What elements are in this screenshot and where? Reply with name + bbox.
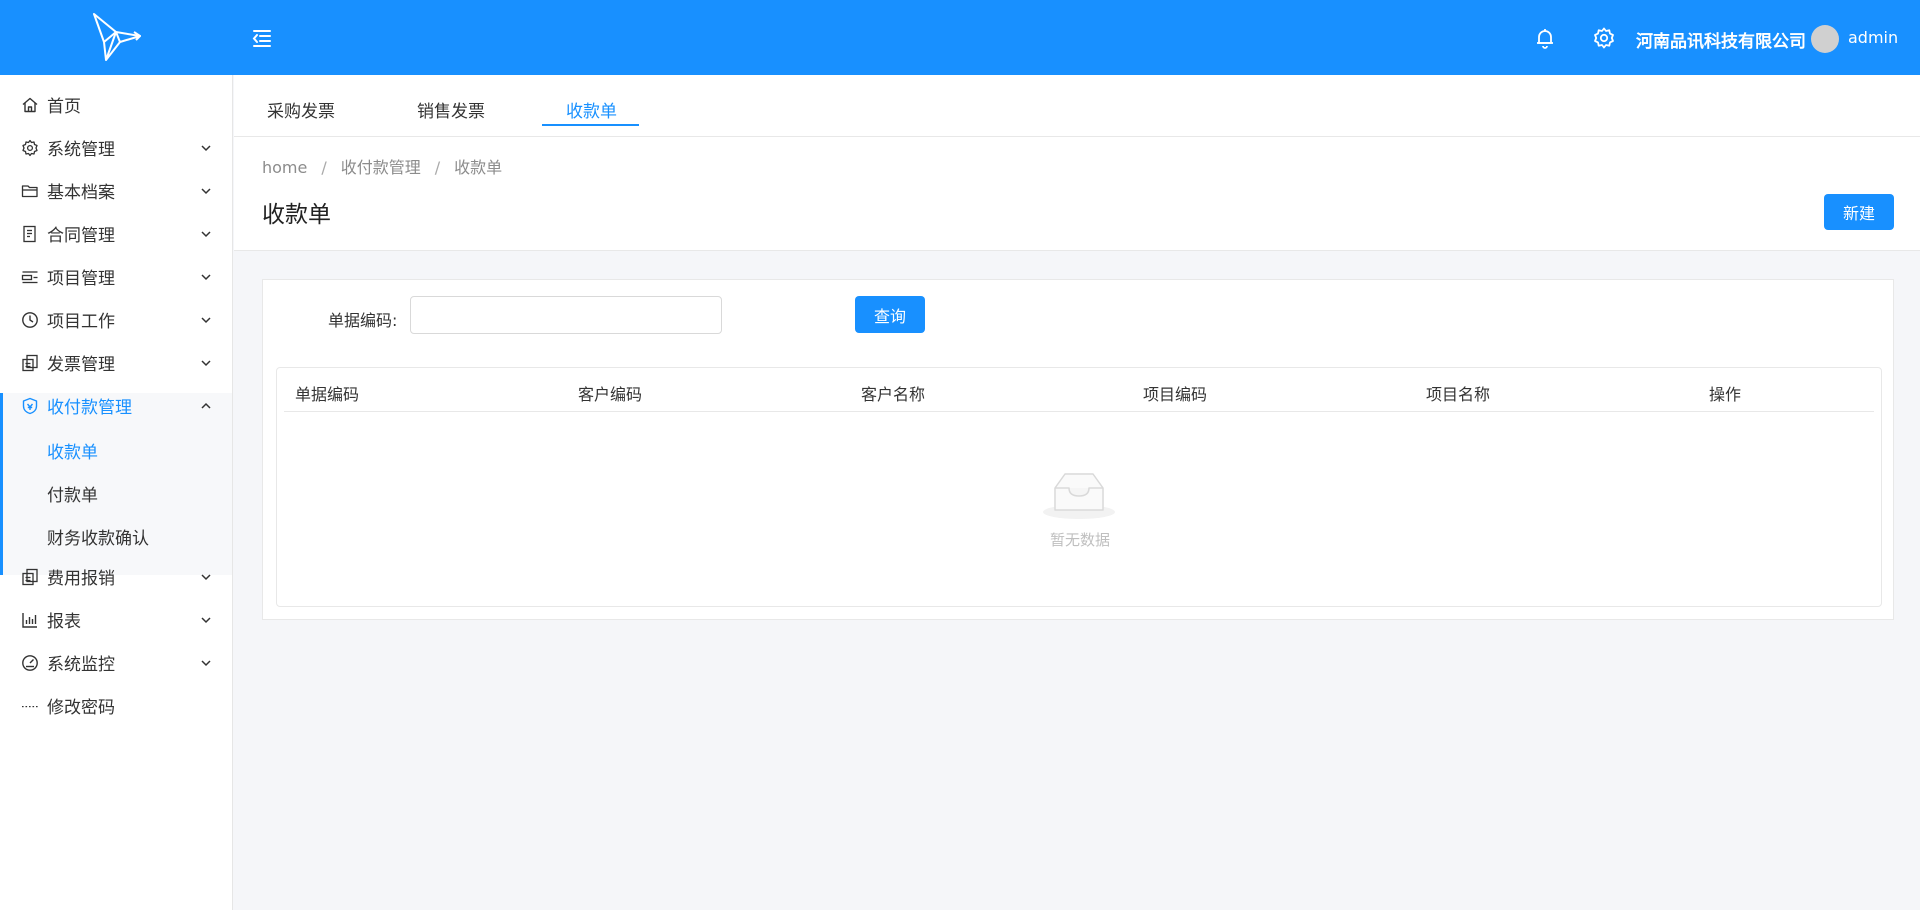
sidebar-item-archive[interactable]: 基本档案 [0, 169, 232, 212]
sidebar-item-payment[interactable]: 收付款管理 [0, 384, 232, 427]
sidebar-item-monitor[interactable]: 系统监控 [0, 641, 232, 684]
chevron-down-icon [201, 273, 211, 280]
chevron-down-icon [201, 144, 211, 151]
sidebar-item-label: 合同管理 [47, 226, 115, 246]
username[interactable]: admin [1848, 28, 1898, 47]
sidebar-item-project[interactable]: 项目管理 [0, 255, 232, 298]
submenu-item-label: 付款单 [47, 486, 98, 506]
tab-active-indicator [542, 124, 639, 126]
submenu-item-finance-confirm[interactable]: 财务收款确认 [0, 513, 232, 556]
table-header-row: 单据编码 客户编码 客户名称 项目编码 项目名称 操作 [284, 368, 1874, 412]
chevron-down-icon [201, 616, 211, 623]
submenu-item-receipt[interactable]: 收款单 [0, 427, 232, 470]
gear-icon[interactable] [1592, 26, 1616, 50]
sidebar-item-label: 发票管理 [47, 355, 115, 375]
breadcrumb-current: 收款单 [454, 158, 503, 177]
empty-inbox-icon [1043, 473, 1115, 519]
chevron-up-icon [201, 402, 211, 409]
submenu-item-label: 财务收款确认 [47, 529, 149, 549]
clock-icon [22, 311, 38, 328]
tab-sales-invoice[interactable]: 销售发票 [417, 97, 485, 122]
sidebar-item-label: 费用报销 [47, 569, 115, 589]
breadcrumb-home[interactable]: home [262, 158, 307, 177]
sidebar-item-contract[interactable]: 合同管理 [0, 212, 232, 255]
chevron-down-icon [201, 359, 211, 366]
sidebar-item-report[interactable]: 报表 [0, 598, 232, 641]
bell-icon[interactable] [1533, 26, 1557, 50]
sidebar-item-label: 收付款管理 [47, 398, 132, 418]
data-table: 单据编码 客户编码 客户名称 项目编码 项目名称 操作 暂无数据 [276, 367, 1882, 607]
column-header: 项目编码 [1143, 385, 1208, 404]
chevron-down-icon [201, 230, 211, 237]
sidebar-item-label: 系统监控 [47, 655, 115, 675]
sidebar-item-expense[interactable]: 费用报销 [0, 555, 232, 598]
sidebar-item-label: 项目管理 [47, 269, 115, 289]
chevron-down-icon [201, 316, 211, 323]
chevron-down-icon [201, 659, 211, 666]
sidebar-item-label: 项目工作 [47, 312, 115, 332]
search-label: 单据编码: [328, 311, 398, 330]
logo-icon[interactable] [90, 12, 144, 64]
top-header: 河南品讯科技有限公司 admin [0, 0, 1920, 75]
dots-icon [22, 705, 38, 707]
breadcrumb-separator: / [321, 158, 327, 177]
empty-text: 暂无数据 [1049, 531, 1110, 549]
column-header: 客户编码 [578, 385, 643, 404]
sidebar-item-label: 修改密码 [47, 698, 115, 718]
document-code-input[interactable] [410, 296, 722, 334]
column-header: 客户名称 [861, 385, 926, 404]
invoice-icon [22, 354, 38, 371]
column-header: 单据编码 [295, 385, 360, 404]
sidebar-item-home[interactable]: 首页 [0, 83, 232, 126]
column-header: 项目名称 [1426, 385, 1491, 404]
sidebar-item-label: 系统管理 [47, 140, 115, 160]
folder-icon [21, 184, 38, 197]
home-icon [22, 97, 38, 112]
sidebar-item-invoice[interactable]: 发票管理 [0, 341, 232, 384]
bar-chart-icon [22, 612, 37, 628]
menu-fold-icon[interactable] [250, 26, 274, 50]
dashboard-icon [22, 654, 38, 671]
submenu-item-payment-order[interactable]: 付款单 [0, 470, 232, 513]
sidebar-item-label: 报表 [47, 612, 81, 632]
chevron-down-icon [201, 573, 211, 580]
company-name: 河南品讯科技有限公司 [1636, 32, 1806, 52]
contract-icon [23, 225, 36, 242]
tabs-bar: 采购发票 销售发票 收款单 [234, 75, 1920, 137]
content-card: 单据编码: 查询 单据编码 客户编码 客户名称 项目编码 项目名称 操作 暂无数… [262, 279, 1894, 620]
new-button[interactable]: 新建 [1824, 194, 1894, 230]
sidebar-item-password[interactable]: 修改密码 [0, 684, 232, 727]
project-icon [21, 270, 38, 283]
gear-icon [22, 139, 38, 156]
shield-icon [22, 397, 38, 414]
page-header: home / 收付款管理 / 收款单 收款单 新建 [234, 137, 1920, 251]
chevron-down-icon [201, 187, 211, 194]
avatar[interactable] [1811, 25, 1839, 53]
expense-icon [22, 568, 38, 585]
submenu-item-label: 收款单 [47, 443, 98, 463]
tab-purchase-invoice[interactable]: 采购发票 [267, 97, 335, 122]
breadcrumb-separator: / [434, 158, 441, 177]
column-header: 操作 [1709, 385, 1742, 404]
page-title: 收款单 [262, 202, 331, 228]
tab-receipt[interactable]: 收款单 [566, 97, 617, 122]
sidebar-item-work[interactable]: 项目工作 [0, 298, 232, 341]
breadcrumb: home / 收付款管理 / 收款单 [262, 154, 502, 178]
sidebar-item-label: 首页 [47, 97, 81, 117]
sidebar: 首页 系统管理 基本档案 合同管理 项目管理 项目工作 发票管理 收付款管理 收… [0, 75, 233, 910]
breadcrumb-payment-management[interactable]: 收付款管理 [341, 158, 421, 177]
sidebar-item-system[interactable]: 系统管理 [0, 126, 232, 169]
sidebar-item-label: 基本档案 [47, 183, 115, 203]
query-button[interactable]: 查询 [855, 296, 925, 333]
